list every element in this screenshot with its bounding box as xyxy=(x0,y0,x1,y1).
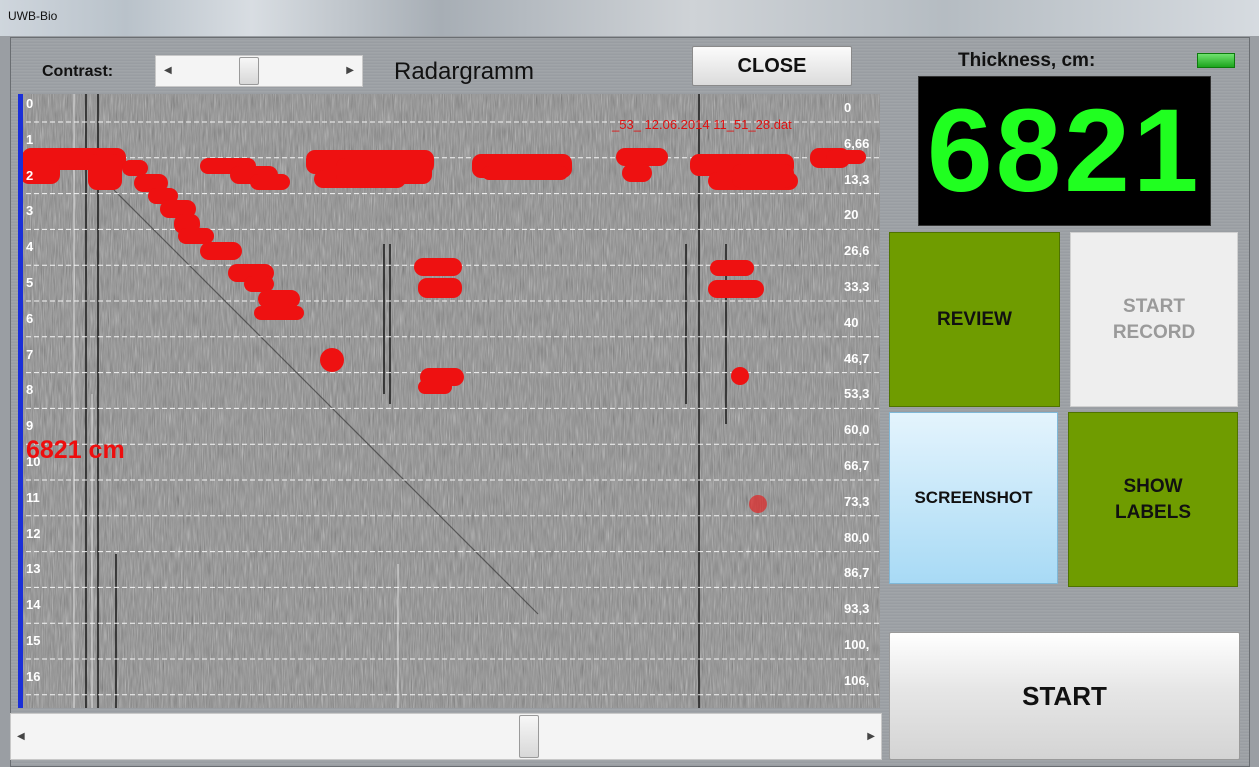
depth-tick-label: 2 xyxy=(26,167,34,183)
depth-tick-label: 14 xyxy=(26,597,41,613)
scroll-right-icon[interactable]: ▶ xyxy=(346,65,354,76)
contrast-slider-thumb[interactable] xyxy=(239,57,260,85)
radargram-view[interactable] xyxy=(18,94,880,708)
detection-blob xyxy=(731,367,749,385)
time-tick-label: 100, xyxy=(844,637,870,652)
depth-tick-label: 7 xyxy=(26,346,34,362)
time-tick-label: 86,7 xyxy=(844,565,870,581)
depth-scale-bar xyxy=(18,94,23,708)
review-button[interactable]: REVIEW xyxy=(889,232,1060,407)
thickness-display: 6821 xyxy=(918,76,1211,226)
title-bar: UWB-Bio xyxy=(0,0,1259,36)
thickness-value: 6821 xyxy=(927,85,1202,217)
depth-tick-label: 5 xyxy=(26,275,34,290)
detection-blob xyxy=(482,166,568,180)
detection-blob xyxy=(336,158,432,184)
contrast-label: Contrast: xyxy=(42,63,114,80)
depth-tick-label: 9 xyxy=(26,418,34,434)
status-led-icon xyxy=(1197,53,1235,68)
scroll-left-icon[interactable]: ◀ xyxy=(164,65,172,76)
detection-blob xyxy=(200,242,242,260)
time-tick-label: 93,3 xyxy=(844,601,870,617)
time-tick-label: 40 xyxy=(844,314,859,330)
depth-tick-label: 0 xyxy=(26,96,34,111)
thickness-label: Thickness, cm: xyxy=(958,50,1096,71)
time-tick-label: 106, xyxy=(844,672,870,688)
radargram-scrollbar[interactable]: ◀ ▶ xyxy=(10,713,882,760)
detection-blob xyxy=(749,495,767,513)
radargram-scroll-thumb[interactable] xyxy=(518,715,539,758)
time-tick-label: 20 xyxy=(844,207,859,223)
thickness-marker-label: 6821 cm xyxy=(26,436,125,464)
time-tick-label: 66,7 xyxy=(844,458,870,473)
detection-blob xyxy=(826,150,866,164)
detection-blob xyxy=(250,174,290,190)
detection-blob xyxy=(418,380,452,394)
detection-blob xyxy=(414,258,462,276)
detection-blob xyxy=(616,148,668,166)
detection-blob xyxy=(254,306,304,320)
detection-blob xyxy=(708,280,764,298)
depth-tick-label: 3 xyxy=(26,203,34,219)
time-tick-label: 26,6 xyxy=(844,243,870,259)
start-button[interactable]: START xyxy=(889,632,1240,760)
file-name-label: _53_ 12.06.2014 11_51_28.dat xyxy=(612,117,792,132)
depth-tick-label: 4 xyxy=(26,239,34,255)
depth-tick-label: 8 xyxy=(26,382,34,398)
detection-blob xyxy=(88,154,122,190)
depth-tick-label: 16 xyxy=(26,668,41,684)
time-tick-label: 80,0 xyxy=(844,529,870,545)
close-button[interactable]: CLOSE xyxy=(692,46,852,86)
depth-tick-label: 12 xyxy=(26,525,41,541)
window-title: UWB-Bio xyxy=(8,9,58,23)
screenshot-button[interactable]: SCREENSHOT xyxy=(889,412,1058,584)
detection-blob xyxy=(622,164,652,182)
time-tick-label: 73,3 xyxy=(844,493,870,509)
start-record-button[interactable]: START RECORD xyxy=(1070,232,1238,407)
detection-blob xyxy=(178,228,214,244)
depth-tick-label: 1 xyxy=(26,131,34,147)
show-labels-button[interactable]: SHOW LABELS xyxy=(1068,412,1238,587)
time-tick-label: 60,0 xyxy=(844,422,870,438)
depth-tick-label: 15 xyxy=(26,633,41,648)
time-tick-label: 53,3 xyxy=(844,386,870,402)
detection-blob xyxy=(418,278,462,298)
time-tick-label: 13,3 xyxy=(844,171,870,187)
detection-blob xyxy=(122,160,148,176)
detection-blob xyxy=(320,348,344,372)
depth-tick-label: 6 xyxy=(26,310,34,326)
radargram-title: Radargramm xyxy=(394,58,535,85)
scroll-left-icon[interactable]: ◀ xyxy=(17,731,25,742)
depth-tick-label: 11 xyxy=(26,489,40,505)
depth-tick-label: 13 xyxy=(26,561,41,577)
detection-blob xyxy=(732,164,794,188)
detection-blob xyxy=(710,260,754,276)
time-tick-label: 33,3 xyxy=(844,279,870,294)
contrast-slider[interactable]: ◀ ▶ xyxy=(155,55,363,87)
detection-blob xyxy=(244,276,274,292)
radargram-canvas xyxy=(18,94,880,708)
scroll-right-icon[interactable]: ▶ xyxy=(867,731,875,742)
time-tick-label: 0 xyxy=(844,100,852,115)
time-tick-label: 46,7 xyxy=(844,350,870,366)
detection-blob xyxy=(258,290,300,308)
time-tick-label: 6,66 xyxy=(844,135,870,151)
